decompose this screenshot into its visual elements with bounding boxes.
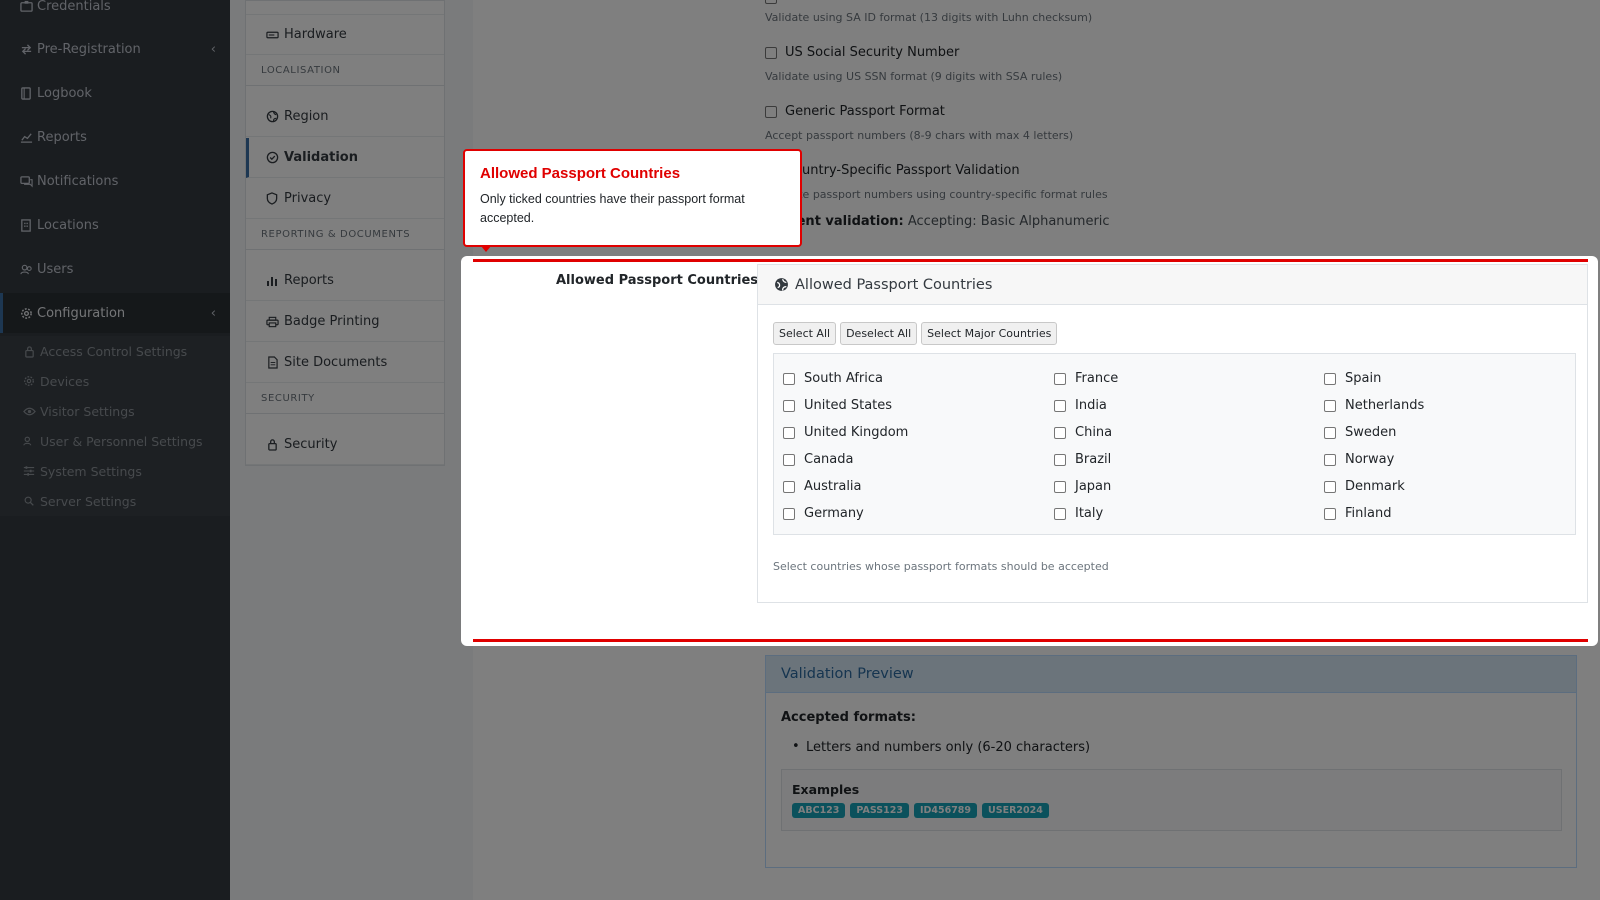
- country-label: Germany: [804, 506, 864, 521]
- country-option[interactable]: Spain: [1324, 371, 1381, 386]
- country-label: South Africa: [804, 371, 883, 386]
- country-checkbox[interactable]: [1054, 453, 1066, 466]
- allowed-countries-row-label: Allowed Passport Countries: [556, 273, 758, 288]
- country-option[interactable]: Germany: [783, 506, 864, 521]
- country-option[interactable]: Australia: [783, 479, 862, 494]
- country-label: Sweden: [1345, 425, 1397, 440]
- country-selection-buttons: Select All Deselect All Select Major Cou…: [773, 322, 1058, 345]
- country-option[interactable]: Finland: [1324, 506, 1391, 521]
- tour-tooltip-body: Only ticked countries have their passpor…: [480, 192, 745, 225]
- country-checkbox[interactable]: [783, 399, 795, 412]
- country-checkbox[interactable]: [783, 507, 795, 520]
- country-checkbox[interactable]: [783, 426, 795, 439]
- country-label: Japan: [1075, 479, 1112, 494]
- country-option[interactable]: China: [1054, 425, 1112, 440]
- country-checkbox-list: South Africa United States United Kingdo…: [773, 353, 1576, 535]
- country-option[interactable]: United Kingdom: [783, 425, 908, 440]
- country-label: Norway: [1345, 452, 1395, 467]
- country-checkbox[interactable]: [1324, 453, 1336, 466]
- country-label: Brazil: [1075, 452, 1112, 467]
- country-label: China: [1075, 425, 1113, 440]
- country-option[interactable]: Canada: [783, 452, 853, 467]
- country-label: Italy: [1075, 506, 1104, 521]
- allowed-countries-card-header: Allowed Passport Countries: [758, 265, 1587, 305]
- tour-tooltip-arrow: [481, 246, 491, 252]
- country-checkbox[interactable]: [1054, 372, 1066, 385]
- select-all-button[interactable]: Select All: [773, 322, 837, 345]
- spotlight-top-border: [473, 259, 1588, 262]
- deselect-all-button[interactable]: Deselect All: [840, 322, 918, 345]
- country-option[interactable]: Italy: [1054, 506, 1103, 521]
- country-label: United States: [804, 398, 893, 413]
- spotlight-bottom-border: [473, 639, 1588, 642]
- country-checkbox[interactable]: [1054, 480, 1066, 493]
- country-option[interactable]: Sweden: [1324, 425, 1396, 440]
- country-label: Australia: [804, 479, 862, 494]
- country-option[interactable]: Netherlands: [1324, 398, 1424, 413]
- country-label: Finland: [1345, 506, 1392, 521]
- country-option[interactable]: India: [1054, 398, 1107, 413]
- country-option[interactable]: Japan: [1054, 479, 1111, 494]
- allowed-countries-help: Select countries whose passport formats …: [773, 560, 1109, 573]
- select-major-countries-button[interactable]: Select Major Countries: [921, 322, 1058, 345]
- country-checkbox[interactable]: [1054, 399, 1066, 412]
- country-label: India: [1075, 398, 1107, 413]
- country-option[interactable]: France: [1054, 371, 1118, 386]
- country-checkbox[interactable]: [1324, 399, 1336, 412]
- country-option[interactable]: South Africa: [783, 371, 883, 386]
- country-label: Netherlands: [1345, 398, 1425, 413]
- country-option[interactable]: United States: [783, 398, 892, 413]
- country-checkbox[interactable]: [1324, 426, 1336, 439]
- country-checkbox[interactable]: [1324, 507, 1336, 520]
- allowed-countries-card: Allowed Passport Countries Select All De…: [757, 264, 1588, 603]
- allowed-countries-card-title: Allowed Passport Countries: [795, 276, 993, 293]
- country-checkbox[interactable]: [1054, 426, 1066, 439]
- country-option[interactable]: Brazil: [1054, 452, 1111, 467]
- country-label: Canada: [804, 452, 854, 467]
- country-checkbox[interactable]: [783, 372, 795, 385]
- country-label: Spain: [1345, 371, 1382, 386]
- country-option[interactable]: Norway: [1324, 452, 1394, 467]
- country-label: France: [1075, 371, 1119, 386]
- country-checkbox[interactable]: [783, 453, 795, 466]
- tour-tooltip-title: Allowed Passport Countries: [480, 165, 681, 182]
- country-checkbox[interactable]: [1054, 507, 1066, 520]
- country-label: United Kingdom: [804, 425, 909, 440]
- country-option[interactable]: Denmark: [1324, 479, 1405, 494]
- globe-icon: [774, 277, 790, 293]
- country-checkbox[interactable]: [783, 480, 795, 493]
- country-checkbox[interactable]: [1324, 372, 1336, 385]
- country-label: Denmark: [1345, 479, 1405, 494]
- tour-tooltip: Allowed Passport Countries Only ticked c…: [463, 149, 802, 252]
- country-checkbox[interactable]: [1324, 480, 1336, 493]
